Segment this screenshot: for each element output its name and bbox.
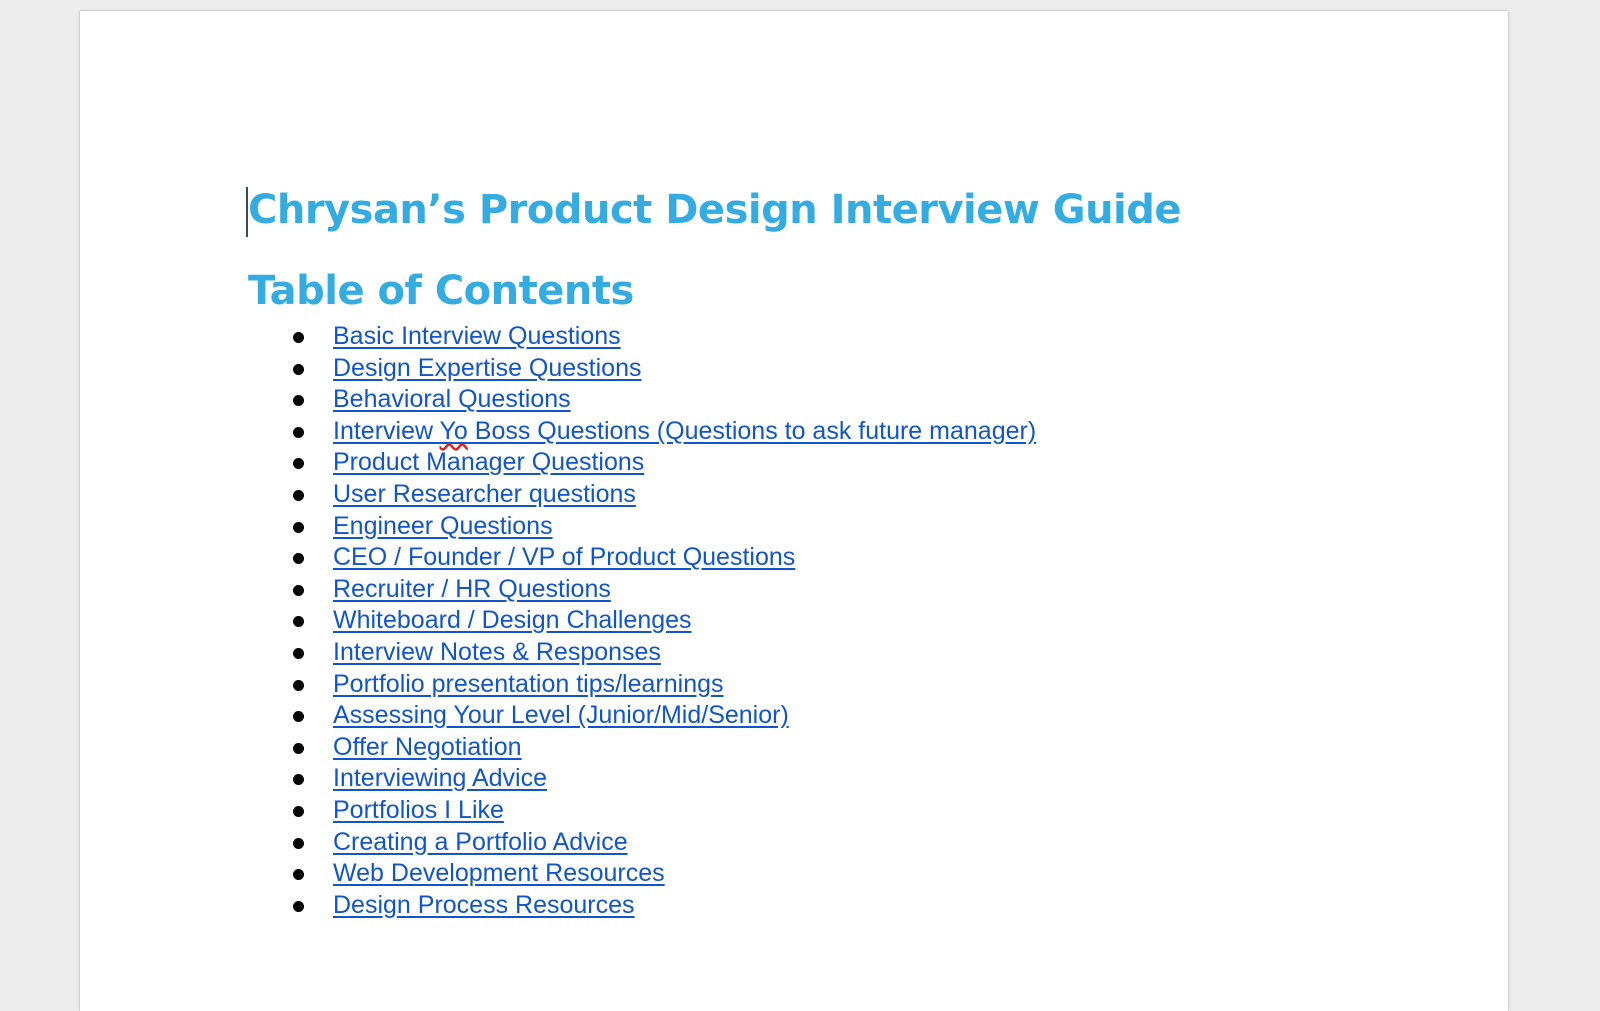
bullet-dot-icon bbox=[293, 711, 304, 723]
toc-link-web-development-resources[interactable]: Web Development Resources bbox=[333, 858, 665, 890]
toc-link-engineer-questions[interactable]: Engineer Questions bbox=[333, 511, 553, 543]
toc-heading: Table of Contents bbox=[248, 268, 634, 314]
toc-item: Product Manager Questions bbox=[248, 447, 1348, 479]
toc-item: Interview Notes & Responses bbox=[248, 637, 1348, 669]
toc-link-creating-a-portfolio-advice[interactable]: Creating a Portfolio Advice bbox=[333, 827, 628, 859]
toc-link-portfolio-presentation-tips[interactable]: Portfolio presentation tips/learnings bbox=[333, 669, 724, 701]
bullet-dot-icon bbox=[293, 584, 304, 596]
bullet-dot-icon bbox=[293, 332, 304, 343]
toc-link-user-researcher-questions[interactable]: User Researcher questions bbox=[333, 479, 636, 511]
bullet-dot-icon bbox=[293, 869, 304, 881]
bullet-dot-icon bbox=[293, 521, 304, 533]
toc-item: Recruiter / HR Questions bbox=[248, 574, 1348, 606]
toc-link-whiteboard-design-challenges[interactable]: Whiteboard / Design Challenges bbox=[333, 605, 692, 637]
bullet-dot-icon bbox=[293, 363, 304, 375]
toc-item: Design Process Resources bbox=[248, 890, 1348, 922]
bullet-dot-icon bbox=[293, 837, 304, 849]
toc-link-interview-yo-boss-questions[interactable]: Interview Yo Boss Questions (Questions t… bbox=[333, 416, 1036, 448]
toc-item: Design Expertise Questions bbox=[248, 353, 1348, 385]
toc-link-interviewing-advice[interactable]: Interviewing Advice bbox=[333, 763, 547, 795]
toc-link-ceo-founder-vp-questions[interactable]: CEO / Founder / VP of Product Questions bbox=[333, 542, 795, 574]
toc-link-offer-negotiation[interactable]: Offer Negotiation bbox=[333, 732, 522, 764]
text-cursor bbox=[246, 187, 248, 237]
document-body[interactable]: Chrysan’s Product Design Interview Guide… bbox=[246, 169, 1348, 921]
bullet-dot-icon bbox=[293, 395, 304, 407]
toc-list: Basic Interview Questions Design Experti… bbox=[248, 321, 1348, 921]
toc-item: Whiteboard / Design Challenges bbox=[248, 605, 1348, 637]
spellcheck-flag: Yo bbox=[439, 416, 468, 445]
toc-link-interview-notes-responses[interactable]: Interview Notes & Responses bbox=[333, 637, 661, 669]
toc-item: Offer Negotiation bbox=[248, 732, 1348, 764]
toc-item: Assessing Your Level (Junior/Mid/Senior) bbox=[248, 700, 1348, 732]
toc-item: Creating a Portfolio Advice bbox=[248, 827, 1348, 859]
toc-item: Interviewing Advice bbox=[248, 763, 1348, 795]
bullet-dot-icon bbox=[293, 458, 304, 470]
bullet-dot-icon bbox=[293, 426, 304, 438]
toc-link-design-expertise-questions[interactable]: Design Expertise Questions bbox=[333, 353, 641, 385]
toc-link-product-manager-questions[interactable]: Product Manager Questions bbox=[333, 447, 644, 479]
toc-link-behavioral-questions[interactable]: Behavioral Questions bbox=[333, 384, 571, 416]
toc-item: User Researcher questions bbox=[248, 479, 1348, 511]
toc-item: Interview Yo Boss Questions (Questions t… bbox=[248, 416, 1348, 448]
bullet-dot-icon bbox=[293, 805, 304, 817]
bullet-dot-icon bbox=[293, 742, 304, 754]
bullet-dot-icon bbox=[293, 900, 304, 912]
toc-link-assessing-your-level[interactable]: Assessing Your Level (Junior/Mid/Senior) bbox=[333, 700, 789, 732]
toc-item: CEO / Founder / VP of Product Questions bbox=[248, 542, 1348, 574]
bullet-dot-icon bbox=[293, 774, 304, 786]
toc-link-design-process-resources[interactable]: Design Process Resources bbox=[333, 890, 635, 922]
toc-item: Portfolios I Like bbox=[248, 795, 1348, 827]
toc-item: Behavioral Questions bbox=[248, 384, 1348, 416]
toc-item: Portfolio presentation tips/learnings bbox=[248, 669, 1348, 701]
toc-item: Web Development Resources bbox=[248, 858, 1348, 890]
toc-link-portfolios-i-like[interactable]: Portfolios I Like bbox=[333, 795, 504, 827]
toc-link-recruiter-hr-questions[interactable]: Recruiter / HR Questions bbox=[333, 574, 611, 606]
bullet-dot-icon bbox=[293, 679, 304, 691]
toc-item: Engineer Questions bbox=[248, 511, 1348, 543]
bullet-dot-icon bbox=[293, 553, 304, 565]
document-title: Chrysan’s Product Design Interview Guide bbox=[248, 187, 1182, 233]
toc-item: Basic Interview Questions bbox=[248, 321, 1348, 353]
document-page: Chrysan’s Product Design Interview Guide… bbox=[80, 11, 1508, 1011]
toc-link-basic-interview-questions[interactable]: Basic Interview Questions bbox=[333, 321, 621, 353]
bullet-dot-icon bbox=[293, 616, 304, 628]
title-row: Chrysan’s Product Design Interview Guide bbox=[246, 169, 1348, 239]
bullet-dot-icon bbox=[293, 489, 304, 501]
bullet-dot-icon bbox=[293, 647, 304, 659]
